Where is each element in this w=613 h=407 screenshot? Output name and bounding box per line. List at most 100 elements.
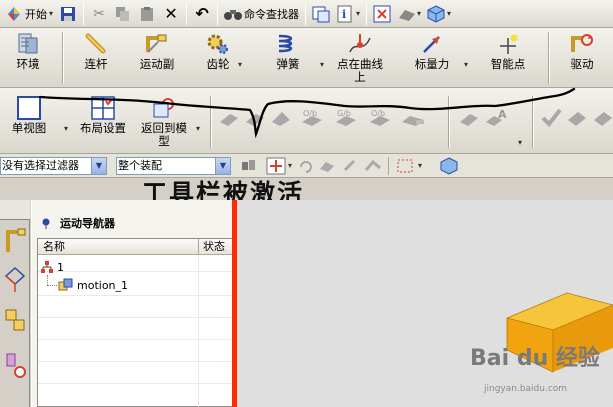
disabled-tool-7[interactable] [400, 106, 424, 130]
eraser-icon[interactable] [318, 159, 336, 173]
separator [388, 157, 389, 175]
start-menu-button[interactable]: 开始 ▾ [2, 2, 56, 26]
layout-settings-button[interactable]: 布局设置 [78, 96, 128, 150]
watermark-brand: Bai du 经验 [470, 346, 600, 371]
single-view-label: 单视图 [11, 121, 47, 135]
pin-icon[interactable] [40, 217, 52, 229]
disabled-tool-8[interactable] [458, 106, 480, 130]
chevron-down-icon[interactable]: ▾ [418, 161, 422, 170]
separator [548, 32, 550, 84]
undo-button[interactable]: ↶ [190, 2, 214, 26]
separator [62, 32, 64, 84]
smart-point-button[interactable]: 智能点 [484, 32, 532, 86]
motion-navigator-tab-icon[interactable] [2, 226, 28, 256]
disabled-tool-1[interactable] [218, 106, 240, 130]
navigator-header: 运动导航器 [32, 212, 233, 234]
table-icon [402, 116, 424, 126]
display-mode-button[interactable]: ▾ [394, 2, 424, 26]
disabled-tool-4[interactable]: O/b [300, 106, 322, 130]
window-switch-button[interactable] [309, 2, 333, 26]
history-tab-icon[interactable] [2, 350, 28, 380]
assembly-filter-icon[interactable] [240, 158, 258, 174]
nx-main-window: 开始 ▾ ✂ ✕ ↶ 命令查找器 i ▾ ▾ ▾ 环境 连杆 运动副 齿轮 ▾ … [0, 0, 613, 407]
command-finder-label: 命令查找器 [244, 7, 300, 21]
navigator-title: 运动导航器 [60, 217, 115, 230]
undo-arrow-icon[interactable] [298, 159, 314, 173]
fit-view-icon [373, 5, 391, 23]
graphics-window[interactable] [237, 200, 613, 407]
copy-button[interactable] [111, 2, 135, 26]
motion-pair-button[interactable]: 运动副 [134, 32, 180, 86]
separator [186, 2, 188, 25]
info-button[interactable]: i ▾ [333, 2, 363, 26]
force-arrow-icon [423, 36, 440, 53]
save-button[interactable] [56, 2, 80, 26]
driver-label: 驱动 [570, 57, 594, 71]
chevron-down-icon: ▾ [447, 9, 452, 18]
feature-select-icon[interactable] [364, 158, 382, 174]
disabled-tool-5[interactable]: G/b [334, 106, 356, 130]
spring-label: 弹簧 [276, 57, 300, 71]
column-header-status[interactable]: 状态 [199, 239, 234, 255]
chevron-down-icon[interactable]: ▾ [518, 138, 522, 147]
smart-point-icon [500, 34, 518, 54]
snap-point-icon[interactable] [266, 157, 286, 175]
separator [210, 96, 212, 148]
disabled-tool-10[interactable] [540, 106, 562, 130]
column-header-name[interactable]: 名称 [38, 239, 199, 255]
disabled-tool-2[interactable] [244, 106, 266, 130]
window-icon [312, 5, 330, 23]
assembly-navigator-tab-icon[interactable] [2, 264, 28, 294]
delete-button[interactable]: ✕ [159, 2, 183, 26]
disabled-tool-11[interactable] [566, 106, 588, 130]
disabled-tool-6[interactable]: O/b [368, 106, 390, 130]
svg-text:A: A [498, 108, 507, 121]
start-label: 开始 [25, 7, 47, 21]
chevron-down-icon: ▾ [49, 9, 54, 18]
motion-pair-label: 运动副 [139, 57, 175, 71]
plate-icon [460, 114, 478, 126]
navigator-tree: 名称 状态 1 motion_1 [37, 238, 234, 407]
fit-view-button[interactable] [370, 2, 394, 26]
environment-button[interactable]: 环境 [8, 32, 48, 86]
part-navigator-tab-icon[interactable] [2, 306, 28, 336]
chevron-down-icon[interactable]: ▼ [215, 158, 230, 174]
cube-icon [427, 4, 445, 23]
chain-select-icon[interactable] [342, 158, 358, 174]
cut-button[interactable]: ✂ [87, 2, 111, 26]
gear-icon [207, 34, 228, 54]
disabled-tool-3[interactable] [270, 106, 292, 130]
chevron-down-icon[interactable]: ▾ [196, 124, 200, 133]
scalar-force-button[interactable]: 标量力 ▾ [412, 32, 468, 86]
chevron-down-icon[interactable]: ▾ [238, 58, 242, 71]
cube-icon[interactable] [440, 157, 458, 175]
chevron-down-icon[interactable]: ▾ [320, 58, 324, 71]
separator [83, 2, 85, 25]
chevron-down-icon[interactable]: ▾ [64, 124, 68, 133]
chevron-down-icon[interactable]: ▾ [288, 161, 292, 170]
chevron-down-icon[interactable]: ▾ [464, 58, 468, 71]
disabled-tool-12[interactable] [592, 106, 613, 130]
point-on-curve-button[interactable]: 点在曲线上 [334, 32, 386, 86]
gear-button[interactable]: 齿轮 ▾ [198, 32, 242, 86]
layout-settings-label: 布局设置 [80, 121, 126, 135]
rectangle-select-icon[interactable] [396, 158, 414, 174]
driver-button[interactable]: 驱动 [566, 32, 598, 86]
orient-view-button[interactable]: ▾ [424, 2, 454, 26]
save-icon [59, 5, 77, 23]
tree-row-motion[interactable]: motion_1 [58, 277, 128, 293]
return-to-model-label: 返回到模型 [141, 121, 187, 148]
link-button[interactable]: 连杆 [78, 32, 114, 86]
return-to-model-button[interactable]: 返回到模型 [136, 96, 192, 150]
spring-button[interactable]: 弹簧 ▾ [268, 32, 324, 86]
disabled-tool-9[interactable]: A [484, 106, 507, 130]
command-finder-button[interactable]: 命令查找器 [221, 2, 302, 26]
chevron-down-icon[interactable]: ▼ [91, 158, 106, 174]
single-view-button[interactable]: 单视图 [2, 96, 56, 150]
type-filter-dropdown[interactable]: 没有选择过滤器 ▼ [0, 157, 107, 175]
selection-scope-dropdown[interactable]: 整个装配 ▼ [116, 157, 231, 175]
paste-button[interactable] [135, 2, 159, 26]
tree-row-root[interactable]: 1 [40, 259, 64, 275]
undo-icon: ↶ [195, 4, 209, 23]
model-block [505, 292, 613, 373]
